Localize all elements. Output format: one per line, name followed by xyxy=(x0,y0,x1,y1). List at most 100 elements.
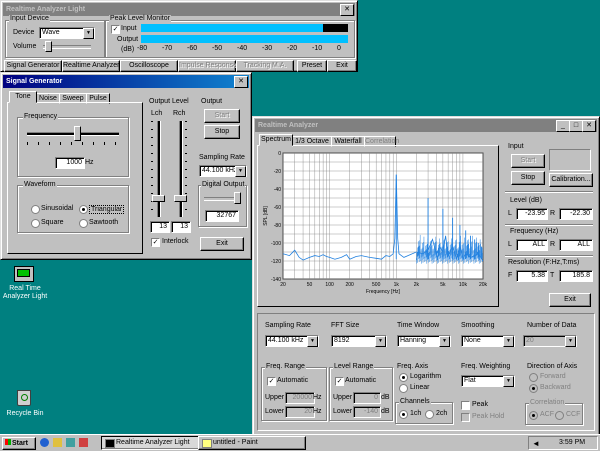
digital-output-slider[interactable] xyxy=(204,192,241,204)
main-exit-button[interactable]: Exit xyxy=(327,60,357,72)
signal-generator-titlebar[interactable]: Signal Generator xyxy=(3,75,249,88)
preset-button[interactable]: Preset xyxy=(297,60,327,72)
chevron-down-icon: ▼ xyxy=(439,336,450,347)
ccf-label: CCF xyxy=(566,411,581,418)
quick-launch-outlook-icon[interactable] xyxy=(53,438,62,447)
analyzer-window: Realtime Analyzer _ □ ✕ Spectrum 1/3 Oct… xyxy=(252,116,600,436)
rch-slider[interactable] xyxy=(173,121,187,217)
tab-tone[interactable]: Tone xyxy=(9,91,37,103)
sampling-rate-select[interactable]: 44.100 kHz ▼ xyxy=(199,165,247,177)
freq-weighting-select[interactable]: Flat ▼ xyxy=(461,375,515,387)
smoothing-select[interactable]: None ▼ xyxy=(461,335,515,347)
analyzer-app-icon xyxy=(14,266,34,282)
analyzer-start-button[interactable]: Start xyxy=(511,154,545,168)
tracking-button[interactable]: Tracking M.A. xyxy=(236,60,294,72)
peak-scale-tick: -50 xyxy=(212,45,223,52)
volume-tray-icon[interactable]: ◄ xyxy=(532,439,540,448)
ch1-radio[interactable] xyxy=(399,410,408,419)
freq-auto-checkbox[interactable]: ✓ xyxy=(267,377,276,386)
freq-upper-input[interactable]: 20000 xyxy=(285,392,315,404)
clock[interactable]: 3:59 PM xyxy=(559,439,585,446)
impulse-response-button[interactable]: Impulse Response xyxy=(178,60,237,72)
acf-radio[interactable] xyxy=(529,411,538,420)
peak-checkbox[interactable] xyxy=(461,401,470,410)
quick-launch-desktop-icon[interactable] xyxy=(66,438,75,447)
realtime-analyzer-button[interactable]: Realtime Analyzer xyxy=(62,60,120,72)
tab-spectrum[interactable]: Spectrum xyxy=(259,134,293,146)
analyzer-exit-button[interactable]: Exit xyxy=(549,293,591,307)
volume-slider-thumb[interactable] xyxy=(45,41,52,52)
analyzer-titlebar[interactable]: Realtime Analyzer xyxy=(255,119,597,132)
input-checkbox[interactable]: ✓ xyxy=(111,25,120,34)
task-paint-button[interactable]: untitled - Paint xyxy=(198,436,306,450)
close-icon[interactable]: ✕ xyxy=(582,120,596,132)
desktop-icon-recycle-bin[interactable]: Recycle Bin xyxy=(2,388,50,424)
digital-output-value[interactable]: 32767 xyxy=(205,210,239,222)
ch2-radio[interactable] xyxy=(425,410,434,419)
start-button[interactable]: Start xyxy=(2,437,36,450)
x-tick-label: 500 xyxy=(372,282,381,288)
analyzer-sampling-rate-select[interactable]: 44.100 kHz ▼ xyxy=(265,335,319,347)
sawtooth-radio[interactable] xyxy=(79,219,88,228)
ccf-radio[interactable] xyxy=(555,411,564,420)
chevron-down-icon: ▼ xyxy=(83,28,94,39)
device-select[interactable]: Wave ▼ xyxy=(39,27,95,39)
sinusoidal-radio[interactable] xyxy=(31,205,40,214)
time-window-label: Time Window xyxy=(397,322,440,329)
lch-value[interactable]: 13 xyxy=(150,221,170,233)
level-lower-input[interactable]: -140 xyxy=(353,406,381,418)
minimize-icon[interactable]: _ xyxy=(556,120,570,132)
stop-button[interactable]: Stop xyxy=(204,125,240,139)
freq-range-label: Freq. Range xyxy=(265,363,306,370)
peak-hold-checkbox[interactable] xyxy=(461,413,470,422)
desktop-icon-analyzer[interactable]: Real Time Analyzer Light xyxy=(2,262,50,302)
close-icon[interactable]: ✕ xyxy=(234,76,248,88)
logarithm-radio[interactable] xyxy=(399,373,408,382)
close-icon[interactable]: ✕ xyxy=(340,4,354,16)
start-button[interactable]: Start xyxy=(204,109,240,123)
square-radio[interactable] xyxy=(31,219,40,228)
interlock-checkbox[interactable]: ✓ xyxy=(151,238,160,247)
task-analyzer-button[interactable]: Realtime Analyzer Light xyxy=(101,436,209,450)
peak-label: Peak xyxy=(472,401,488,408)
frequency-input[interactable]: 1000 xyxy=(55,157,85,169)
number-of-data-select[interactable]: 20 ▼ xyxy=(523,335,577,347)
chevron-down-icon: ▼ xyxy=(375,336,386,347)
signal-generator-exit-button[interactable]: Exit xyxy=(200,237,244,251)
signal-generator-button[interactable]: Signal Generator xyxy=(4,60,62,72)
digital-output-thumb[interactable] xyxy=(234,192,241,204)
rch-slider-thumb[interactable] xyxy=(174,195,187,202)
triangular-radio[interactable] xyxy=(79,205,88,214)
level-range-label: Level Range xyxy=(333,363,375,370)
x-tick-label: 20 xyxy=(280,282,286,288)
quick-launch-ie-icon[interactable] xyxy=(40,438,49,447)
freq-l-value: ALL xyxy=(516,239,548,251)
volume-slider[interactable] xyxy=(43,41,91,53)
lch-slider-thumb[interactable] xyxy=(152,195,165,202)
freq-lower-input[interactable]: 20 xyxy=(285,406,315,418)
linear-radio[interactable] xyxy=(399,384,408,393)
forward-label: Forward xyxy=(540,373,566,380)
lch-slider[interactable] xyxy=(151,121,165,217)
peak-scale-tick: -40 xyxy=(237,45,248,52)
rch-value[interactable]: 13 xyxy=(171,221,191,233)
peak-scale-tick: -30 xyxy=(262,45,273,52)
fft-size-select[interactable]: 8192 ▼ xyxy=(331,335,387,347)
oscilloscope-button[interactable]: Oscilloscope xyxy=(120,60,178,72)
time-window-select[interactable]: Hanning ▼ xyxy=(397,335,451,347)
quick-launch-channel-icon[interactable] xyxy=(79,438,88,447)
level-auto-checkbox[interactable]: ✓ xyxy=(335,377,344,386)
frequency-slider-thumb[interactable] xyxy=(74,126,81,141)
calibration-button[interactable]: Calibration... xyxy=(549,173,593,187)
forward-radio[interactable] xyxy=(529,373,538,382)
backward-radio[interactable] xyxy=(529,384,538,393)
frequency-slider[interactable] xyxy=(27,126,119,147)
level-lower-label: Lower xyxy=(333,408,353,415)
level-upper-input[interactable]: 0 xyxy=(353,392,381,404)
main-window-titlebar[interactable]: Realtime Analyzer Light xyxy=(3,3,355,16)
maximize-icon[interactable]: □ xyxy=(569,120,583,132)
hz-label: Hz xyxy=(313,408,322,415)
analyzer-stop-button[interactable]: Stop xyxy=(511,171,545,185)
input-level-bar xyxy=(141,24,324,32)
freq-upper-label: Upper xyxy=(265,394,285,401)
